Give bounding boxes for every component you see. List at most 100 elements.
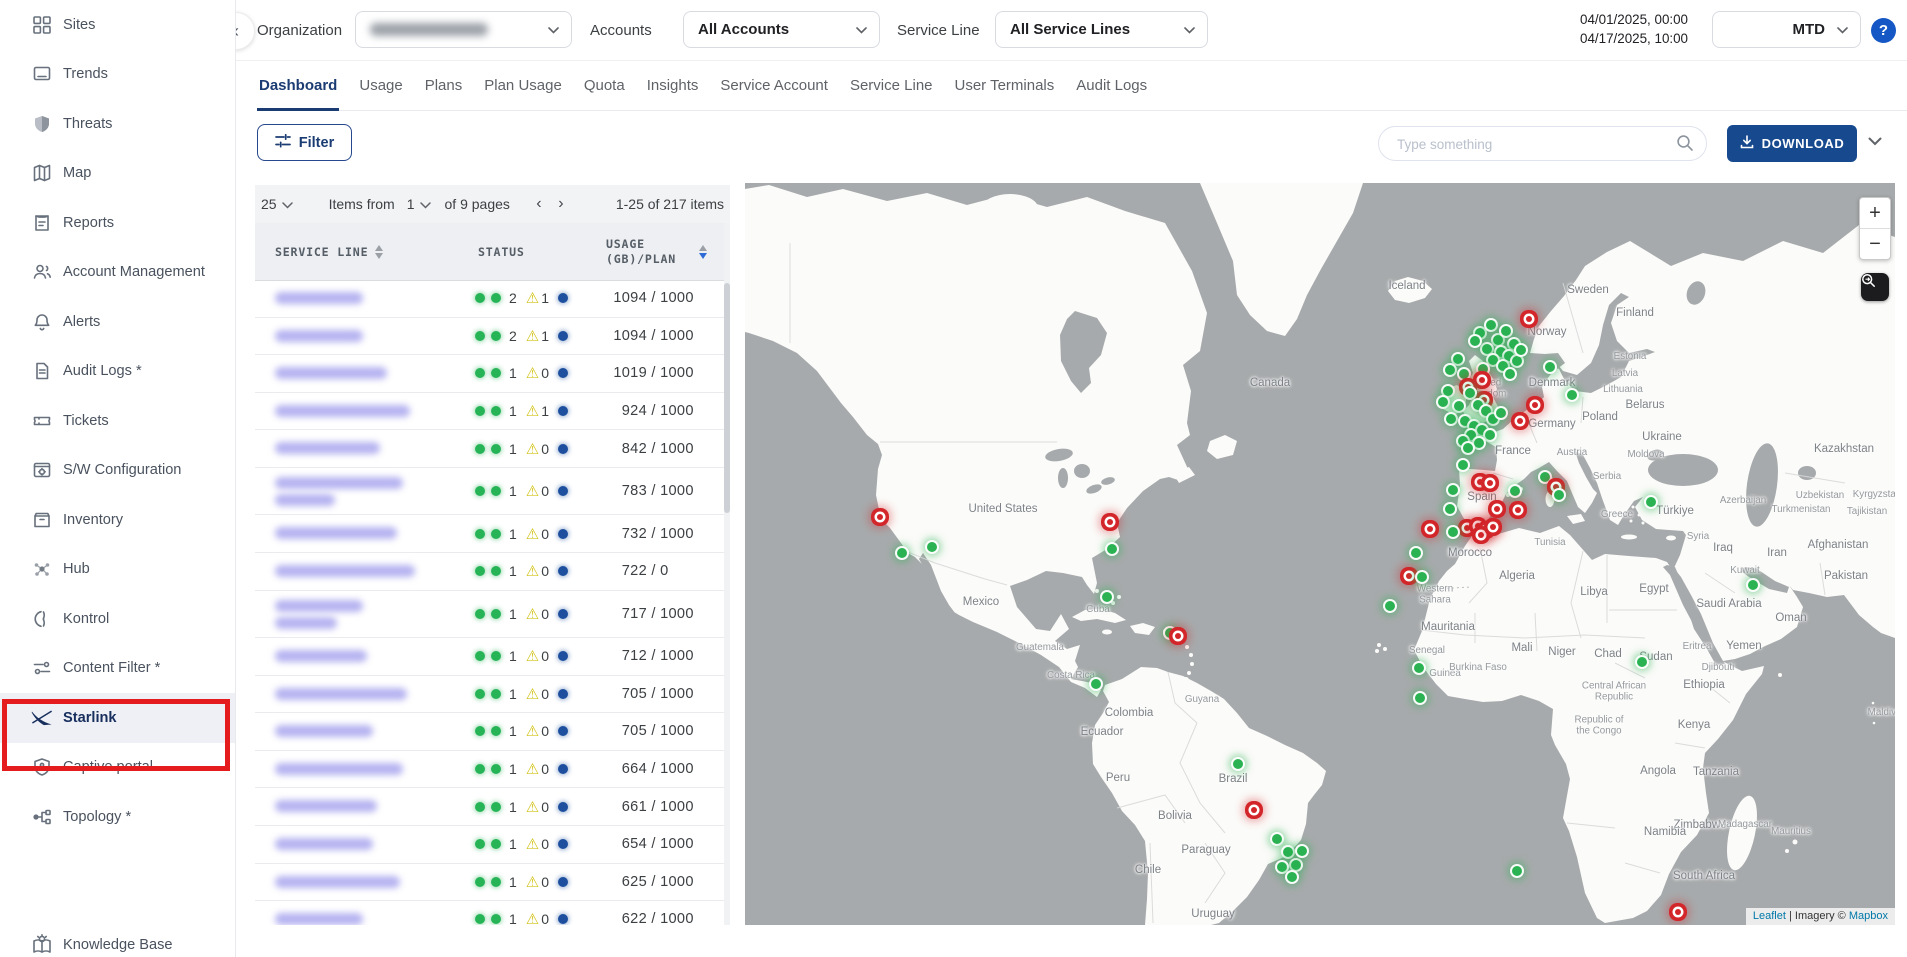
tab-quota[interactable]: Quota bbox=[582, 60, 627, 110]
terminal-marker-online[interactable] bbox=[1287, 872, 1297, 882]
terminal-marker-online[interactable] bbox=[1165, 628, 1175, 638]
service-line-link-redacted[interactable] bbox=[275, 477, 403, 489]
download-options-chevron-icon[interactable] bbox=[1868, 133, 1882, 151]
service-line-link-redacted[interactable] bbox=[275, 650, 367, 662]
prev-page-button[interactable]: ‹ bbox=[528, 195, 550, 213]
column-header-service-line[interactable]: SERVICE LINE bbox=[275, 223, 383, 280]
service-line-link-redacted[interactable] bbox=[275, 688, 407, 700]
terminal-marker-online[interactable] bbox=[1415, 693, 1425, 703]
tab-audit-logs[interactable]: Audit Logs bbox=[1074, 60, 1149, 110]
table-row[interactable]: 1⚠0664 / 1000 bbox=[255, 751, 730, 789]
sidebar-item-inventory[interactable]: Inventory bbox=[0, 495, 235, 545]
terminal-marker-online[interactable] bbox=[1470, 336, 1480, 346]
terminal-marker-online[interactable] bbox=[1485, 430, 1495, 440]
terminal-marker-online[interactable] bbox=[1646, 497, 1656, 507]
terminal-marker-online[interactable] bbox=[1478, 364, 1488, 374]
terminal-marker-offline[interactable] bbox=[1515, 507, 1521, 513]
terminal-marker-offline[interactable] bbox=[1464, 525, 1470, 531]
service-line-link-redacted[interactable] bbox=[275, 405, 410, 417]
terminal-marker-offline[interactable] bbox=[1107, 519, 1113, 525]
tab-dashboard[interactable]: Dashboard bbox=[257, 60, 339, 110]
page-size-select[interactable]: 25 bbox=[261, 196, 293, 212]
terminal-marker-online[interactable] bbox=[1107, 544, 1117, 554]
column-header-usage[interactable]: USAGE (GB)/PLAN bbox=[606, 223, 724, 280]
sidebar-item-tickets[interactable]: Tickets bbox=[0, 396, 235, 446]
help-button[interactable]: ? bbox=[1871, 18, 1896, 43]
terminal-marker-online[interactable] bbox=[1512, 356, 1522, 366]
world-map[interactable]: CanadaUnited StatesMexicoCubaGuatemalaCo… bbox=[745, 183, 1895, 925]
terminal-marker-offline[interactable] bbox=[1487, 480, 1493, 486]
tab-service-line[interactable]: Service Line bbox=[848, 60, 935, 110]
tab-insights[interactable]: Insights bbox=[645, 60, 701, 110]
sidebar-item-alerts[interactable]: Alerts bbox=[0, 297, 235, 347]
table-row[interactable]: 1⚠0712 / 1000 bbox=[255, 638, 730, 676]
sidebar-item-captive-portal[interactable]: Captive portal bbox=[0, 743, 235, 793]
table-row[interactable]: 1⚠0783 / 1000 bbox=[255, 468, 730, 515]
zoom-in-button[interactable]: + bbox=[1860, 198, 1890, 229]
sidebar-item-s-w-configuration[interactable]: S/W Configuration bbox=[0, 446, 235, 496]
tab-service-account[interactable]: Service Account bbox=[718, 60, 830, 110]
terminal-marker-offline[interactable] bbox=[1427, 526, 1433, 532]
terminal-marker-offline[interactable] bbox=[1526, 316, 1532, 322]
filter-button[interactable]: Filter bbox=[257, 124, 352, 161]
date-range-select[interactable]: MTD bbox=[1712, 11, 1861, 48]
leaflet-link[interactable]: Leaflet bbox=[1753, 910, 1786, 922]
table-scrollbar[interactable] bbox=[724, 223, 730, 925]
terminal-marker-online[interactable] bbox=[1297, 846, 1307, 856]
terminal-marker-online[interactable] bbox=[1102, 592, 1112, 602]
sort-icons[interactable] bbox=[375, 245, 383, 259]
service-line-link-redacted[interactable] bbox=[275, 876, 400, 888]
accounts-select[interactable]: All Accounts bbox=[683, 11, 880, 48]
terminal-marker-offline[interactable] bbox=[1494, 506, 1500, 512]
search-input[interactable] bbox=[1395, 128, 1659, 160]
service-line-link-redacted[interactable] bbox=[275, 292, 363, 304]
terminal-marker-online[interactable] bbox=[1438, 397, 1448, 407]
tab-plan-usage[interactable]: Plan Usage bbox=[482, 60, 564, 110]
terminal-marker-online[interactable] bbox=[1445, 365, 1455, 375]
terminal-marker-online[interactable] bbox=[1554, 490, 1564, 500]
terminal-marker-online[interactable] bbox=[1448, 527, 1458, 537]
table-row[interactable]: 1⚠0722 / 0 bbox=[255, 553, 730, 591]
sort-icons[interactable] bbox=[699, 245, 707, 259]
terminal-marker-online[interactable] bbox=[1567, 390, 1577, 400]
terminal-marker-online[interactable] bbox=[1488, 355, 1498, 365]
terminal-marker-offline[interactable] bbox=[877, 514, 883, 520]
terminal-marker-online[interactable] bbox=[1459, 369, 1469, 379]
tab-user-terminals[interactable]: User Terminals bbox=[953, 60, 1057, 110]
terminal-marker-offline[interactable] bbox=[1478, 532, 1484, 538]
sidebar-item-starlink[interactable]: Starlink bbox=[0, 693, 235, 743]
service-line-link-redacted[interactable] bbox=[275, 330, 363, 342]
service-line-link-redacted[interactable] bbox=[275, 800, 377, 812]
terminal-marker-online[interactable] bbox=[1516, 345, 1526, 355]
terminal-marker-offline[interactable] bbox=[1532, 402, 1538, 408]
table-row[interactable]: 2⚠11094 / 1000 bbox=[255, 318, 730, 356]
terminal-marker-online[interactable] bbox=[1291, 860, 1301, 870]
map-fit-bounds-button[interactable] bbox=[1861, 273, 1889, 301]
sidebar-item-knowledge-base[interactable]: Knowledge Base bbox=[0, 920, 234, 957]
terminal-marker-online[interactable] bbox=[1505, 369, 1515, 379]
terminal-marker-offline[interactable] bbox=[1406, 573, 1412, 579]
table-row[interactable]: 1⚠0705 / 1000 bbox=[255, 676, 730, 714]
terminal-marker-online[interactable] bbox=[1486, 320, 1496, 330]
terminal-marker-online[interactable] bbox=[1637, 657, 1647, 667]
terminal-marker-online[interactable] bbox=[1446, 414, 1456, 424]
service-line-link-redacted[interactable] bbox=[275, 600, 363, 612]
service-line-link-redacted[interactable] bbox=[275, 913, 363, 925]
terminal-marker-offline[interactable] bbox=[1483, 527, 1489, 533]
terminal-marker-online[interactable] bbox=[1448, 485, 1458, 495]
service-line-link-redacted[interactable] bbox=[275, 565, 415, 577]
terminal-marker-online[interactable] bbox=[1414, 663, 1424, 673]
sidebar-item-hub[interactable]: Hub bbox=[0, 545, 235, 595]
terminal-marker-online[interactable] bbox=[1272, 834, 1282, 844]
terminal-marker-online[interactable] bbox=[1411, 548, 1421, 558]
terminal-marker-online[interactable] bbox=[897, 548, 907, 558]
terminal-marker-online[interactable] bbox=[1545, 362, 1555, 372]
table-row[interactable]: 1⚠0732 / 1000 bbox=[255, 515, 730, 553]
service-line-link-redacted[interactable] bbox=[275, 838, 373, 850]
terminal-marker-online[interactable] bbox=[1091, 679, 1101, 689]
terminal-marker-online[interactable] bbox=[1748, 580, 1758, 590]
table-row[interactable]: 1⚠01019 / 1000 bbox=[255, 355, 730, 393]
mapbox-link[interactable]: Mapbox bbox=[1849, 910, 1888, 922]
terminal-marker-online[interactable] bbox=[927, 542, 937, 552]
sidebar-item-topology[interactable]: Topology * bbox=[0, 792, 235, 842]
